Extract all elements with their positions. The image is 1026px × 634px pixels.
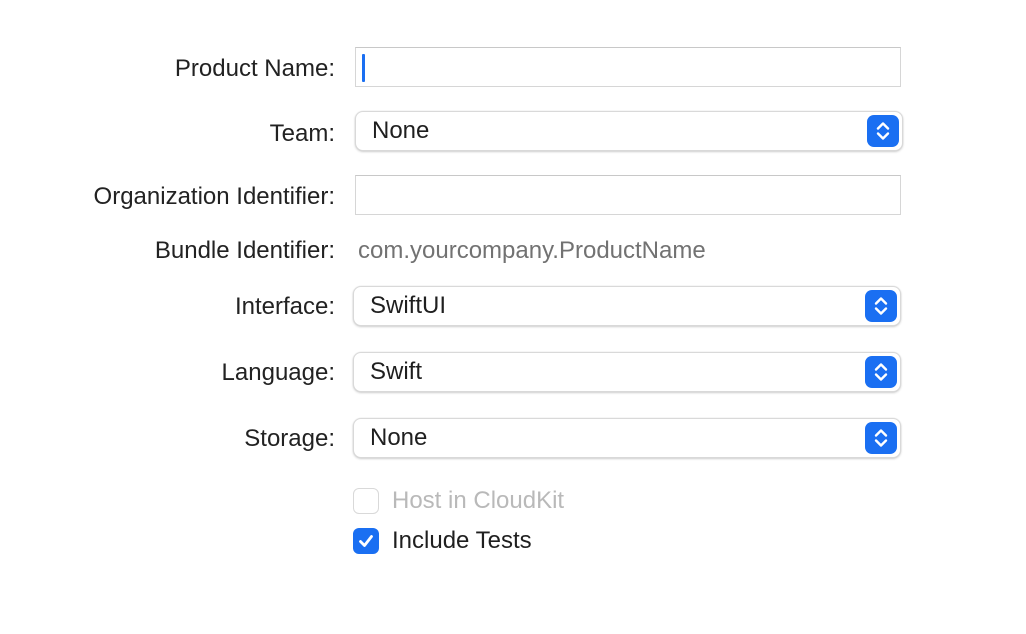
product-name-label: Product Name: [174, 55, 335, 82]
language-selected-value: Swift [370, 358, 423, 385]
storage-label: Storage: [244, 425, 335, 452]
language-popup[interactable]: Swift [353, 352, 901, 392]
bundle-identifier-label: Bundle Identifier: [154, 237, 335, 264]
include-tests-checkbox[interactable] [353, 528, 379, 554]
chevron-up-down-icon [865, 422, 897, 454]
host-in-cloudkit-checkbox [353, 488, 379, 514]
chevron-up-down-icon [865, 290, 897, 322]
product-name-field[interactable] [355, 47, 901, 87]
storage-selected-value: None [370, 424, 428, 451]
language-label: Language: [221, 359, 335, 386]
organization-identifier-field[interactable] [355, 175, 901, 215]
checkmark-icon [359, 535, 373, 547]
bundle-identifier-value: com.yourcompany.ProductName [358, 237, 706, 264]
team-label: Team: [269, 120, 335, 147]
organization-identifier-label: Organization Identifier: [93, 183, 335, 210]
chevron-up-down-icon [867, 115, 899, 147]
interface-label: Interface: [234, 293, 335, 320]
interface-selected-value: SwiftUI [370, 292, 447, 319]
text-cursor [362, 54, 365, 82]
team-selected-value: None [372, 117, 430, 144]
interface-popup[interactable]: SwiftUI [353, 286, 901, 326]
chevron-up-down-icon [865, 356, 897, 388]
include-tests-label[interactable]: Include Tests [392, 526, 532, 556]
host-in-cloudkit-label: Host in CloudKit [392, 487, 565, 514]
storage-popup[interactable]: None [353, 418, 901, 458]
team-popup[interactable]: None [355, 111, 903, 151]
